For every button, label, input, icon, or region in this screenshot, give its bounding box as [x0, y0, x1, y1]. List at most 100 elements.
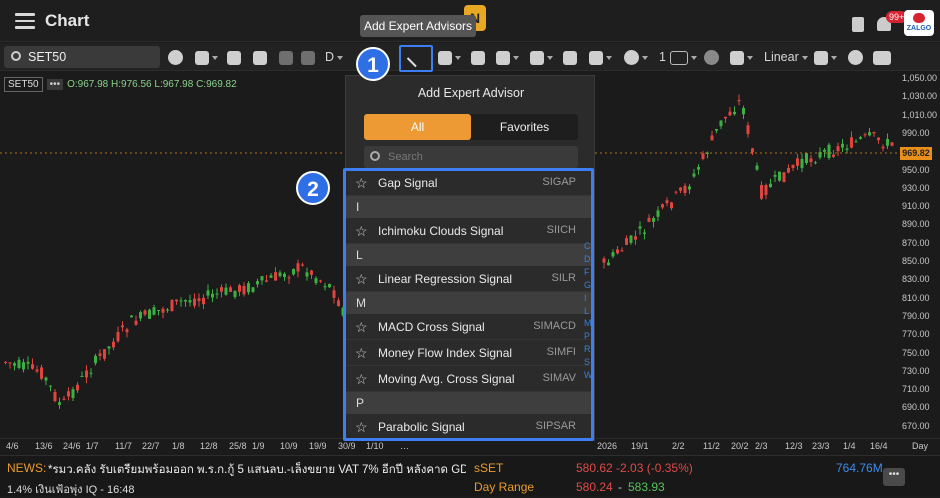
add-icon[interactable] — [168, 47, 183, 67]
candle-body — [337, 300, 340, 307]
candle-body — [800, 159, 804, 169]
candle-body — [188, 300, 192, 303]
menu-icon[interactable] — [15, 13, 35, 29]
news-headline[interactable]: *รมว.คลัง รับเตรียมพร้อมออก พ.ร.ก.กู้ 5 … — [48, 461, 466, 479]
alpha-index-letter[interactable]: P — [584, 330, 592, 343]
top-bar: Chart N Add Expert Advisors 99+ ZALGO — [0, 0, 940, 42]
candle-body — [256, 281, 259, 285]
alpha-index-letter[interactable]: R — [584, 343, 592, 356]
compare-icon[interactable] — [227, 47, 241, 67]
candle-body — [58, 402, 61, 405]
tag-icon[interactable] — [730, 47, 753, 67]
candle-body — [764, 184, 768, 195]
candle-body — [76, 384, 79, 391]
ruler-icon[interactable] — [563, 47, 577, 67]
candle-body — [170, 299, 174, 312]
candle-body — [148, 309, 151, 319]
candle-body — [796, 158, 799, 166]
chart-type-icon[interactable] — [253, 47, 267, 67]
brush-icon[interactable] — [530, 47, 553, 67]
dialog-title: Add Expert Advisor — [417, 86, 525, 100]
candle-body — [310, 270, 313, 275]
price-axis[interactable]: 1,050.001,030.001,010.00990.00970.00950.… — [900, 72, 940, 438]
candle-body — [733, 111, 736, 115]
pen-icon[interactable] — [496, 47, 519, 67]
candle-body — [872, 132, 876, 134]
alpha-index-letter[interactable]: G — [584, 279, 592, 292]
price-tick: 950.00 — [902, 164, 930, 175]
gear-icon[interactable] — [848, 47, 863, 67]
candle-body — [791, 164, 795, 169]
candle-body — [886, 138, 889, 146]
date-tick: 30/9 — [338, 441, 356, 451]
alpha-index-letter[interactable]: M — [584, 317, 592, 330]
candle-body — [323, 286, 327, 288]
news-headline-continued: 1.4% เงินเฟ้อพุ่ง IQ - 16:48 — [7, 484, 135, 496]
candle-body — [184, 300, 187, 302]
alpha-index-letter[interactable]: F — [584, 266, 592, 279]
alpha-index-letter[interactable]: L — [584, 305, 592, 318]
candle-body — [260, 276, 264, 281]
chart-toolbar: SET50 D 1 Linear — [0, 43, 940, 71]
candle-body — [701, 153, 705, 159]
symbol-search-input[interactable]: SET50 — [4, 46, 160, 68]
candle-body — [688, 186, 691, 190]
candle-body — [827, 144, 831, 158]
alpha-index-letter[interactable]: I — [584, 292, 592, 305]
scale-dropdown[interactable]: Linear — [764, 47, 808, 67]
candle-body — [17, 359, 21, 368]
candle-body — [233, 290, 237, 297]
alpha-index-letter[interactable]: D — [584, 253, 592, 266]
candle-body — [22, 362, 25, 370]
date-tick: 11/2 — [703, 441, 720, 451]
day-range-low: 580.24 — [576, 480, 613, 494]
redo-icon[interactable] — [301, 47, 315, 67]
candle-body — [139, 312, 142, 319]
zalgo-logo[interactable]: ZALGO — [904, 10, 934, 36]
candle-body — [629, 235, 633, 243]
shapes-icon[interactable] — [589, 47, 612, 67]
day-range-high: 583.93 — [628, 480, 665, 494]
more-button[interactable]: ••• — [883, 468, 905, 486]
date-tick: 20/2 — [731, 441, 749, 451]
alpha-index-letter[interactable]: S — [584, 356, 592, 369]
candle-body — [157, 310, 160, 312]
crosshair-icon[interactable] — [438, 47, 461, 67]
line-width-dropdown[interactable]: 1 — [659, 47, 666, 67]
interval-dropdown[interactable]: D — [325, 47, 344, 67]
link-icon[interactable] — [704, 47, 719, 67]
candle-body — [247, 283, 250, 293]
price-tick: 690.00 — [902, 402, 930, 413]
color-picker[interactable] — [670, 47, 697, 67]
candle-body — [215, 293, 219, 295]
alpha-index-letter[interactable]: W — [584, 369, 593, 382]
candle-body — [116, 331, 120, 342]
share-icon[interactable] — [814, 47, 837, 67]
candle-body — [737, 99, 741, 102]
add-expert-advisor-button[interactable] — [399, 45, 433, 72]
candle-body — [229, 287, 232, 292]
info-more-button[interactable]: ••• — [46, 79, 64, 90]
tab-favorites[interactable]: Favorites — [471, 114, 578, 140]
emoji-icon[interactable] — [624, 47, 648, 67]
alpha-index-letter[interactable]: C — [584, 240, 592, 253]
candle-body — [881, 146, 885, 149]
candle-body — [71, 389, 75, 399]
candle-body — [877, 137, 880, 141]
new-file-icon[interactable] — [195, 47, 218, 67]
candle-body — [67, 391, 70, 397]
undo-icon[interactable] — [279, 47, 293, 67]
document-icon[interactable] — [852, 17, 864, 32]
alert-icon[interactable] — [471, 47, 485, 67]
date-tick: 12/8 — [200, 441, 218, 451]
tab-all[interactable]: All — [364, 114, 471, 140]
keyboard-icon[interactable] — [873, 47, 891, 67]
date-tick: 22/7 — [142, 441, 160, 451]
search-input[interactable]: Search — [364, 146, 578, 168]
date-tick: 23/3 — [812, 441, 830, 451]
date-tick: 1/8 — [172, 441, 185, 451]
callout-1: 1 — [356, 47, 390, 81]
price-tick: 890.00 — [902, 219, 930, 230]
candle-body — [278, 272, 282, 277]
date-tick: 19/9 — [309, 441, 327, 451]
